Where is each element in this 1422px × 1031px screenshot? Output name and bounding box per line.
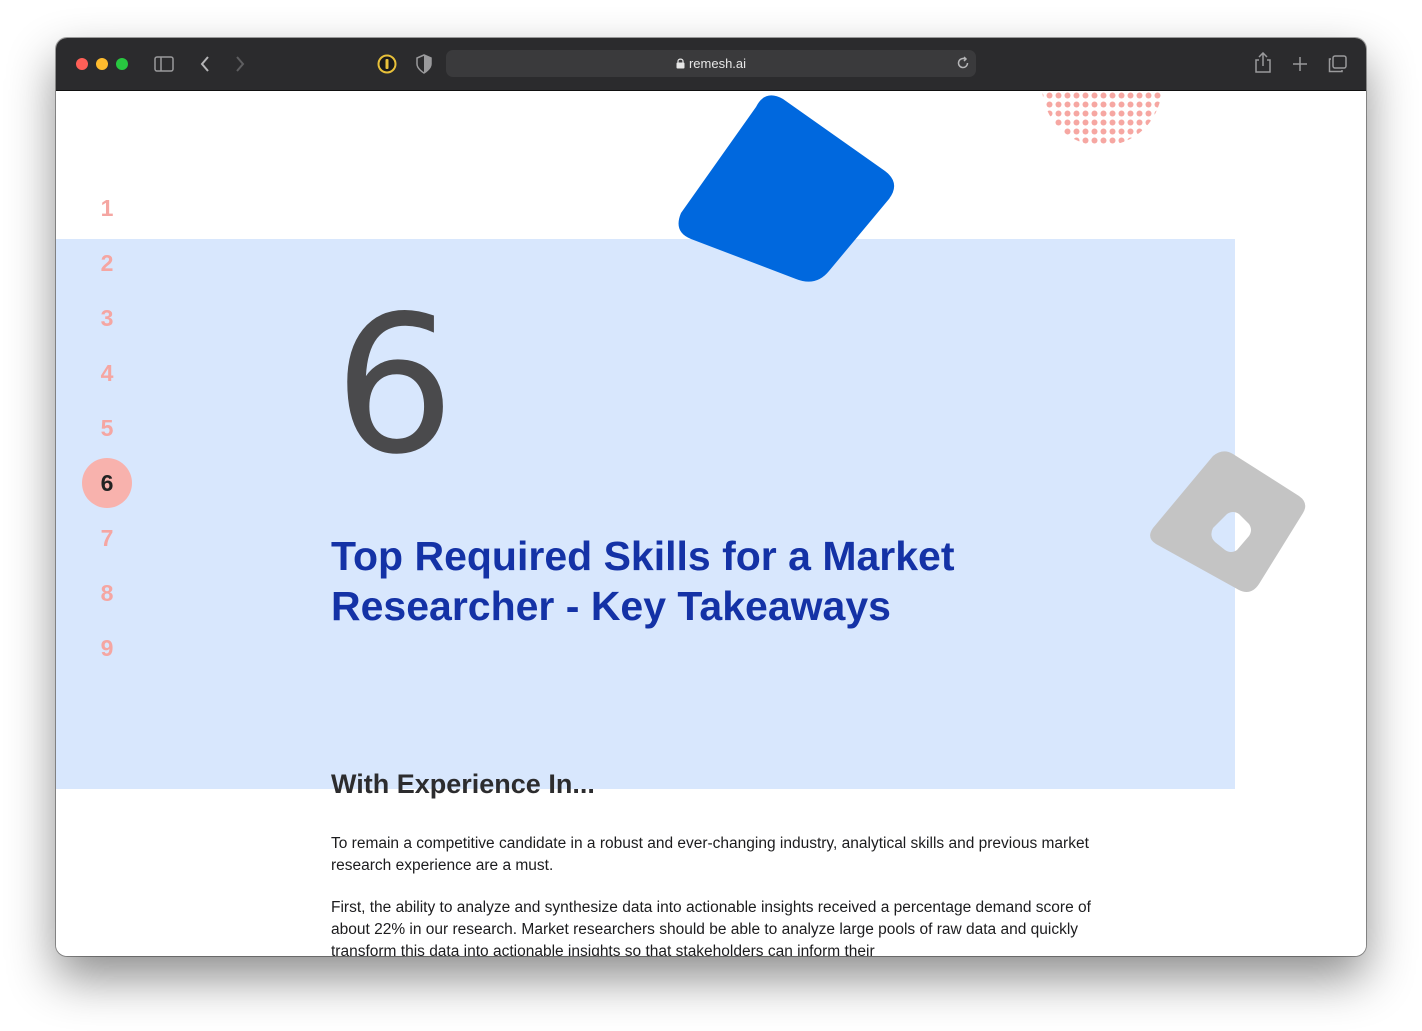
section-title: Top Required Skills for a Market Researc…	[331, 533, 955, 629]
step-6[interactable]: 6	[82, 458, 132, 513]
lock-icon	[676, 58, 685, 69]
url-text: remesh.ai	[446, 56, 976, 71]
privacy-shield-icon[interactable]	[416, 54, 432, 74]
hero-background-band	[56, 239, 1235, 789]
back-icon[interactable]	[199, 55, 211, 73]
browser-window: remesh.ai 1 2 3 4 5 6 7 8 9 6 Top Requir…	[56, 38, 1366, 956]
sidebar-toggle-icon[interactable]	[154, 56, 174, 72]
zoom-window-button[interactable]	[116, 58, 128, 70]
share-icon[interactable]	[1254, 52, 1272, 74]
step-4[interactable]: 4	[82, 348, 132, 403]
step-3[interactable]: 3	[82, 293, 132, 348]
step-1[interactable]: 1	[82, 183, 132, 238]
gray-square-decoration	[1150, 451, 1306, 592]
new-tab-icon[interactable]	[1292, 56, 1308, 72]
step-5[interactable]: 5	[82, 403, 132, 458]
section-subheading: With Experience In...	[331, 769, 595, 799]
browser-toolbar: remesh.ai	[56, 38, 1366, 91]
password-manager-icon[interactable]	[377, 54, 397, 74]
section-number: 6	[334, 275, 455, 496]
reload-icon[interactable]	[956, 56, 970, 70]
dotted-circle-decoration	[1042, 91, 1162, 146]
step-7[interactable]: 7	[82, 513, 132, 568]
section-stepper: 123456789	[82, 183, 132, 678]
address-bar[interactable]: remesh.ai	[446, 50, 976, 77]
blue-square-decoration	[678, 95, 895, 282]
step-2[interactable]: 2	[82, 238, 132, 293]
web-page: 123456789 6 Top Required Skills for a Ma…	[56, 91, 1366, 956]
body-paragraph: To remain a competitive candidate in a r…	[331, 835, 1089, 874]
body-paragraph: First, the ability to analyze and synthe…	[331, 899, 1091, 956]
step-9[interactable]: 9	[82, 623, 132, 678]
tab-overview-icon[interactable]	[1328, 55, 1347, 73]
minimize-window-button[interactable]	[96, 58, 108, 70]
step-8[interactable]: 8	[82, 568, 132, 623]
forward-icon[interactable]	[234, 55, 246, 73]
close-window-button[interactable]	[76, 58, 88, 70]
